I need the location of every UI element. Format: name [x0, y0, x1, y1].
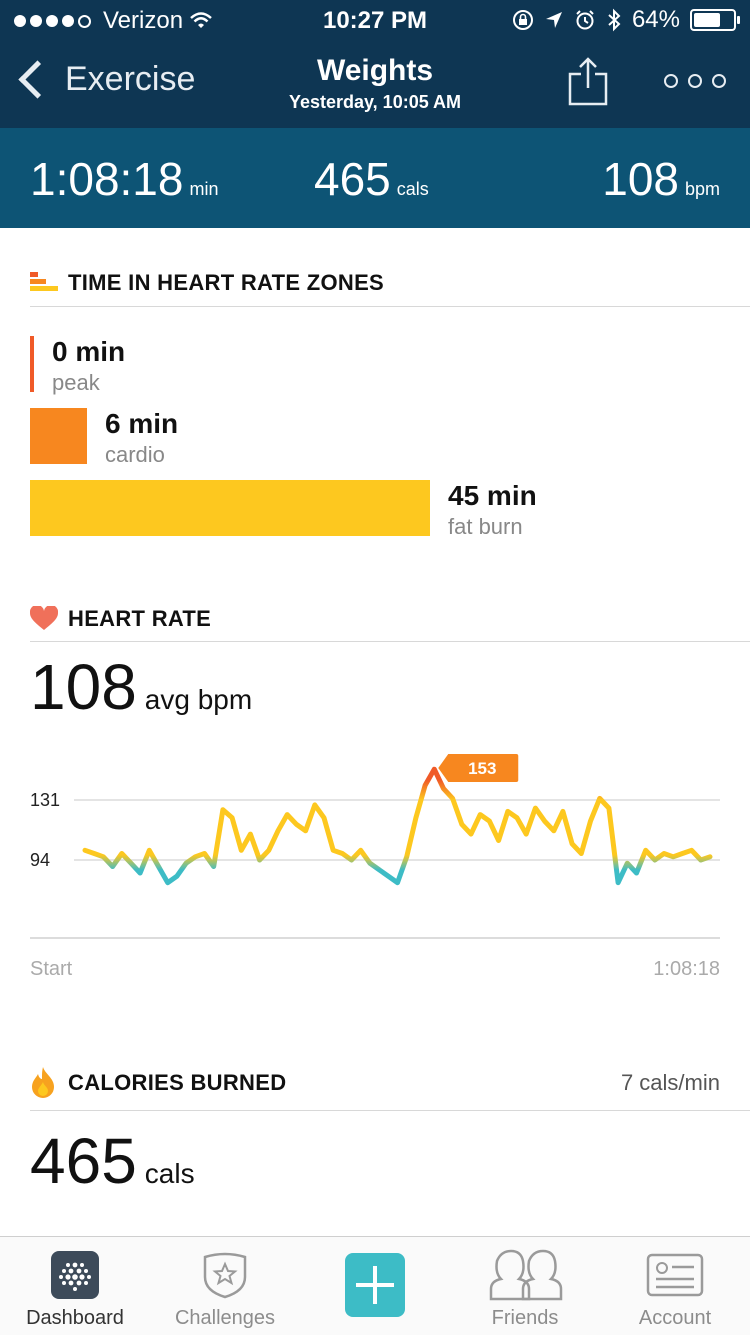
- top-bar: Verizon 10:27 PM: [0, 0, 750, 128]
- chart-end-label: 1:08:18: [653, 958, 720, 981]
- calories-stat: 465 cals: [314, 152, 429, 206]
- alarm-icon: [574, 9, 596, 31]
- calories-value: 465: [314, 153, 391, 205]
- status-bar: Verizon 10:27 PM: [0, 0, 750, 40]
- star-badge-icon: [201, 1251, 249, 1299]
- zone-cardio-bar: [30, 408, 87, 464]
- heart-rate-header: HEART RATE: [30, 606, 750, 642]
- zone-peak-name: peak: [52, 370, 125, 396]
- y-tick-label: 131: [30, 790, 60, 810]
- tab-friends[interactable]: Friends: [450, 1237, 600, 1335]
- duration-unit: min: [189, 179, 218, 199]
- plus-icon: [345, 1253, 405, 1317]
- tab-bar: Dashboard Challenges Friends Account: [0, 1236, 750, 1335]
- tab-friends-label: Friends: [450, 1307, 600, 1330]
- zones-title: TIME IN HEART RATE ZONES: [68, 270, 384, 296]
- zone-peak-label: 0 min peak: [52, 336, 125, 396]
- zone-fatburn-label: 45 min fat burn: [448, 480, 537, 540]
- avg-bpm-display: 108 avg bpm: [30, 650, 252, 724]
- tab-dashboard-label: Dashboard: [0, 1307, 150, 1330]
- bpm-unit: bpm: [685, 179, 720, 199]
- heart-rate-series-line: [85, 769, 710, 883]
- calories-rate: 7 cals/min: [621, 1070, 720, 1096]
- more-icon[interactable]: [664, 74, 726, 88]
- tab-account-label: Account: [600, 1307, 750, 1330]
- dashboard-icon: [51, 1251, 99, 1299]
- summary-bar: 1:08:18 min 465 cals 108 bpm: [0, 128, 750, 228]
- calories-header: CALORIES BURNED 7 cals/min: [30, 1070, 750, 1111]
- zones-bars-icon: [30, 270, 58, 294]
- avg-bpm-value: 108: [30, 651, 137, 723]
- zone-cardio-value: 6 min: [105, 408, 178, 440]
- calories-big-value: 465: [30, 1125, 137, 1197]
- heart-rate-title: HEART RATE: [68, 606, 211, 632]
- zone-fatburn-name: fat burn: [448, 514, 537, 540]
- battery-icon: [690, 9, 736, 31]
- zone-peak-bar: [30, 336, 34, 392]
- tab-challenges[interactable]: Challenges: [150, 1237, 300, 1335]
- tab-challenges-label: Challenges: [150, 1307, 300, 1330]
- account-card-icon: [646, 1253, 704, 1297]
- share-icon[interactable]: [568, 56, 608, 106]
- bpm-value: 108: [602, 153, 679, 205]
- duration-value: 1:08:18: [30, 153, 183, 205]
- nav-title-group: Weights Yesterday, 10:05 AM: [0, 54, 750, 113]
- add-button[interactable]: [300, 1237, 450, 1335]
- status-right: 64%: [512, 6, 736, 34]
- heart-icon: [30, 606, 58, 632]
- battery-percent: 64%: [632, 6, 680, 34]
- zone-peak-value: 0 min: [52, 336, 125, 368]
- peak-marker: 153: [438, 754, 518, 782]
- zones-header: TIME IN HEART RATE ZONES: [30, 270, 750, 307]
- calories-big-unit: cals: [145, 1158, 195, 1189]
- tab-dashboard[interactable]: Dashboard: [0, 1237, 150, 1335]
- heart-rate-stat: 108 bpm: [602, 152, 720, 206]
- friends-icon: [487, 1249, 563, 1301]
- peak-value-label: 153: [468, 759, 496, 778]
- y-tick-label: 94: [30, 850, 50, 870]
- calories-display: 465 cals: [30, 1124, 195, 1198]
- zone-cardio-name: cardio: [105, 442, 178, 468]
- calories-title: CALORIES BURNED: [68, 1070, 286, 1096]
- duration-stat: 1:08:18 min: [30, 152, 219, 206]
- heart-rate-chart: 131 94 153: [0, 740, 750, 990]
- calories-unit: cals: [397, 179, 429, 199]
- bluetooth-icon: [606, 8, 622, 32]
- chart-start-label: Start: [30, 958, 72, 981]
- page-title: Weights: [0, 54, 750, 88]
- page-subtitle: Yesterday, 10:05 AM: [0, 92, 750, 113]
- rotation-lock-icon: [512, 9, 534, 31]
- zone-fatburn-value: 45 min: [448, 480, 537, 512]
- zone-fatburn-bar: [30, 480, 430, 536]
- zone-cardio-label: 6 min cardio: [105, 408, 178, 468]
- flame-icon: [30, 1066, 56, 1098]
- avg-bpm-unit: avg bpm: [145, 684, 252, 715]
- tab-account[interactable]: Account: [600, 1237, 750, 1335]
- location-icon: [544, 10, 564, 30]
